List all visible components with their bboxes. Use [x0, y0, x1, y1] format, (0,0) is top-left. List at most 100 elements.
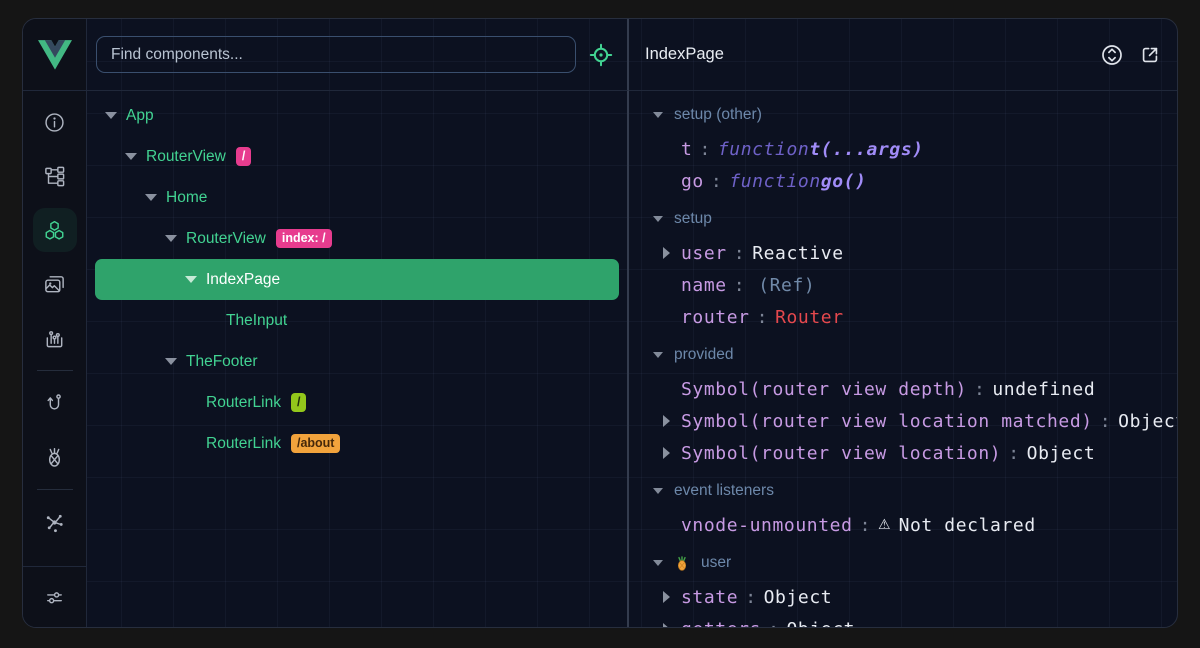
section-title-text: event listeners: [674, 482, 774, 500]
inspector-section: event listenersvnode-unmounted : ⚠Not de…: [629, 473, 1177, 541]
component-name: App: [126, 107, 154, 125]
section-header-provided[interactable]: provided: [629, 337, 1177, 373]
expand-arrow-icon[interactable]: [663, 623, 670, 627]
expand-slot: [663, 623, 681, 627]
settings-icon: [43, 586, 66, 609]
section-header-setup-other-[interactable]: setup (other): [629, 97, 1177, 133]
inspector-title: IndexPage: [645, 45, 724, 64]
property-value: Reactive: [752, 243, 844, 264]
expand-arrow-icon[interactable]: [663, 415, 670, 427]
component-name: TheFooter: [186, 353, 258, 371]
overview-icon: [43, 111, 66, 134]
warning-icon: ⚠: [878, 517, 891, 533]
property-row[interactable]: vnode-unmounted : ⚠Not declared: [629, 509, 1177, 541]
pinia-icon: [43, 446, 66, 469]
sidebar-item-router[interactable]: [33, 376, 77, 430]
property-row[interactable]: name : (Ref): [629, 269, 1177, 301]
section-title-text: provided: [674, 346, 733, 364]
tree-row-routerlink[interactable]: RouterLink/about: [95, 423, 619, 464]
property-key: getters: [681, 619, 761, 628]
separator: :: [860, 515, 871, 536]
property-row[interactable]: user : Reactive: [629, 237, 1177, 269]
sidebar-item-assets[interactable]: [33, 257, 77, 311]
sidebar-item-graph[interactable]: [33, 495, 77, 549]
expand-toggle-icon[interactable]: [105, 112, 117, 119]
tree-row-routerview[interactable]: RouterViewindex: /: [95, 218, 619, 259]
expand-toggle-icon[interactable]: [145, 194, 157, 201]
separator: :: [734, 243, 745, 264]
expand-slot: [663, 447, 681, 459]
search-input[interactable]: [96, 36, 576, 73]
property-value: Object: [787, 619, 856, 628]
tree-row-theinput[interactable]: TheInput: [95, 300, 619, 341]
property-row[interactable]: getters : Object: [629, 613, 1177, 627]
expand-arrow-icon[interactable]: [663, 447, 670, 459]
sidebar-item-tree-view[interactable]: [33, 149, 77, 203]
property-key: name: [681, 275, 727, 296]
section-title-text: user: [701, 554, 731, 572]
expand-toggle-icon[interactable]: [165, 358, 177, 365]
scroll-to-component-button[interactable]: [1100, 43, 1124, 67]
property-value: Object: [1027, 443, 1096, 464]
tree-row-routerlink[interactable]: RouterLink/: [95, 382, 619, 423]
separator: :: [768, 619, 779, 628]
property-row[interactable]: t : function t(...args): [629, 133, 1177, 165]
logo-cell: [23, 19, 87, 91]
expand-toggle-icon[interactable]: [165, 235, 177, 242]
expand-arrow-icon[interactable]: [663, 591, 670, 603]
inspector-section: provided Symbol(router view depth) : unde…: [629, 337, 1177, 469]
property-key: Symbol(router view depth): [681, 379, 967, 400]
property-key: state: [681, 587, 738, 608]
open-in-editor-button[interactable]: [1139, 44, 1161, 66]
component-picker-button[interactable]: [589, 43, 613, 67]
tree-row-indexpage[interactable]: IndexPage: [95, 259, 619, 300]
separator: :: [699, 139, 710, 160]
component-name: IndexPage: [206, 271, 280, 289]
pinia-store-icon: [674, 555, 690, 572]
collapse-icon: [653, 216, 663, 222]
property-row[interactable]: state : Object: [629, 581, 1177, 613]
tree-row-thefooter[interactable]: TheFooter: [95, 341, 619, 382]
function-keyword: function: [729, 171, 821, 192]
inspector-header: IndexPage: [629, 19, 1177, 91]
expand-toggle-icon[interactable]: [125, 153, 137, 160]
sidebar-item-timeline[interactable]: [33, 311, 77, 365]
property-key: t: [681, 139, 692, 160]
component-name: RouterView: [146, 148, 226, 166]
separator: :: [757, 307, 768, 328]
sidebar-item-overview[interactable]: [33, 95, 77, 149]
scroll-to-icon: [1100, 43, 1124, 67]
inspector-body: setup (other)t : function t(...args)go :…: [629, 91, 1177, 627]
section-header-event-listeners[interactable]: event listeners: [629, 473, 1177, 509]
expand-slot: [663, 415, 681, 427]
property-row[interactable]: Symbol(router view location matched) : O…: [629, 405, 1177, 437]
collapse-icon: [653, 112, 663, 118]
inspector-section: setupuser : Reactivename : (Ref)router :…: [629, 201, 1177, 333]
collapse-icon: [653, 352, 663, 358]
tree-row-app[interactable]: App: [95, 95, 619, 136]
timeline-icon: [43, 327, 66, 350]
separator: :: [711, 171, 722, 192]
property-row[interactable]: Symbol(router view location) : Object: [629, 437, 1177, 469]
sidebar-item-components[interactable]: [33, 208, 77, 252]
tree-row-home[interactable]: Home: [95, 177, 619, 218]
property-value: Not declared: [899, 515, 1036, 536]
property-row[interactable]: Symbol(router view depth) : undefined: [629, 373, 1177, 405]
component-tree: App RouterView/Home RouterViewindex: / Inde…: [87, 91, 629, 627]
sidebar-item-pinia[interactable]: [33, 430, 77, 484]
sidebar-item-settings[interactable]: [33, 570, 77, 624]
devtools-window: IndexPage: [22, 18, 1178, 628]
property-value: Router: [775, 307, 844, 328]
property-row[interactable]: router : Router: [629, 301, 1177, 333]
component-name: Home: [166, 189, 207, 207]
tree-row-routerview[interactable]: RouterView/: [95, 136, 619, 177]
property-row[interactable]: go : function go(): [629, 165, 1177, 197]
section-header-setup[interactable]: setup: [629, 201, 1177, 237]
inspector-section: userstate : Objectgetters : Object: [629, 545, 1177, 627]
section-header-user[interactable]: user: [629, 545, 1177, 581]
inspector-section: setup (other)t : function t(...args)go :…: [629, 97, 1177, 197]
expand-toggle-icon[interactable]: [185, 276, 197, 283]
expand-arrow-icon[interactable]: [663, 247, 670, 259]
search-bar: [87, 19, 629, 91]
separator: :: [1100, 411, 1111, 432]
